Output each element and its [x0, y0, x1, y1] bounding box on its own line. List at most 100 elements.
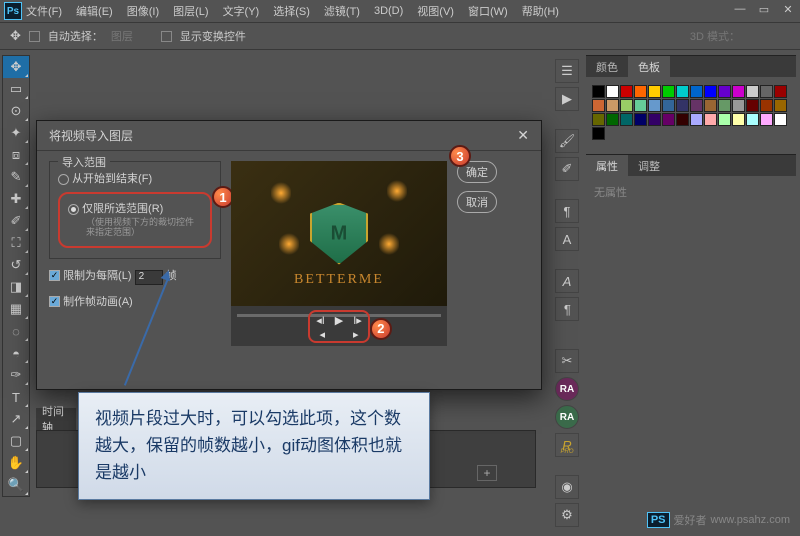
swatch[interactable] — [704, 99, 717, 112]
swatch[interactable] — [592, 127, 605, 140]
show-controls-checkbox[interactable] — [161, 31, 172, 42]
swatch[interactable] — [760, 99, 773, 112]
swatch[interactable] — [732, 113, 745, 126]
strip-style-icon[interactable]: ¶ — [555, 297, 579, 321]
tab-color[interactable]: 颜色 — [586, 56, 628, 78]
menu-window[interactable]: 窗口(W) — [468, 3, 508, 19]
radio-begin-to-end[interactable] — [58, 174, 69, 185]
brush-tool[interactable]: ✐ — [3, 210, 29, 232]
swatch[interactable] — [592, 99, 605, 112]
swatch[interactable] — [634, 113, 647, 126]
swatch[interactable] — [774, 113, 787, 126]
swatch[interactable] — [690, 85, 703, 98]
swatch[interactable] — [746, 99, 759, 112]
swatch[interactable] — [606, 85, 619, 98]
swatch[interactable] — [732, 85, 745, 98]
swatch[interactable] — [704, 85, 717, 98]
marquee-tool[interactable]: ▭ — [3, 78, 29, 100]
swatch[interactable] — [648, 113, 661, 126]
menu-image[interactable]: 图像(I) — [127, 3, 159, 19]
tab-timeline[interactable]: 时间轴 — [36, 408, 76, 430]
history-brush-tool[interactable]: ↺ — [3, 254, 29, 276]
path-tool[interactable]: ↗ — [3, 408, 29, 430]
swatch[interactable] — [774, 85, 787, 98]
timeline-add-icon[interactable]: + — [477, 465, 497, 481]
trim-in-icon[interactable]: ◂ — [319, 328, 325, 341]
swatches-grid[interactable] — [586, 77, 796, 148]
swatch[interactable] — [774, 99, 787, 112]
swatch[interactable] — [676, 113, 689, 126]
zoom-tool[interactable]: 🔍 — [3, 474, 29, 496]
prev-frame-icon[interactable]: ◂I — [316, 314, 325, 327]
menu-help[interactable]: 帮助(H) — [522, 3, 559, 19]
pen-tool[interactable]: ✑ — [3, 364, 29, 386]
menu-text[interactable]: 文字(Y) — [223, 3, 260, 19]
swatch[interactable] — [718, 99, 731, 112]
menu-edit[interactable]: 编辑(E) — [76, 3, 113, 19]
strip-rpro-icon[interactable]: RPRO — [555, 433, 579, 457]
swatch[interactable] — [606, 99, 619, 112]
strip-brush2-icon[interactable]: ✐ — [555, 157, 579, 181]
menu-file[interactable]: 文件(F) — [26, 3, 62, 19]
minimize-icon[interactable]: — — [732, 2, 748, 16]
shape-tool[interactable]: ▢ — [3, 430, 29, 452]
heal-tool[interactable]: ✚ — [3, 188, 29, 210]
menu-3d[interactable]: 3D(D) — [374, 5, 403, 17]
swatch[interactable] — [662, 113, 675, 126]
move-tool[interactable]: ✥ — [3, 56, 29, 78]
swatch[interactable] — [746, 113, 759, 126]
strip-ra2-icon[interactable]: RA — [555, 405, 579, 429]
strip-ra1-icon[interactable]: RA — [555, 377, 579, 401]
swatch[interactable] — [760, 113, 773, 126]
swatch[interactable] — [746, 85, 759, 98]
blur-tool[interactable]: ◌ — [3, 320, 29, 342]
menu-layer[interactable]: 图层(L) — [173, 3, 208, 19]
swatch[interactable] — [606, 113, 619, 126]
menu-select[interactable]: 选择(S) — [273, 3, 310, 19]
swatch[interactable] — [718, 85, 731, 98]
eraser-tool[interactable]: ◨ — [3, 276, 29, 298]
close-icon[interactable]: ✕ — [780, 2, 796, 16]
swatch[interactable] — [732, 99, 745, 112]
maximize-icon[interactable]: ▭ — [756, 2, 772, 16]
swatch[interactable] — [662, 99, 675, 112]
menu-view[interactable]: 视图(V) — [417, 3, 454, 19]
crop-tool[interactable]: ⧈ — [3, 144, 29, 166]
swatch[interactable] — [620, 85, 633, 98]
play-icon[interactable]: ▶ — [335, 314, 343, 327]
swatch[interactable] — [690, 99, 703, 112]
swatch[interactable] — [676, 85, 689, 98]
swatch[interactable] — [704, 113, 717, 126]
dodge-tool[interactable]: ◓ — [3, 342, 29, 364]
swatch[interactable] — [676, 99, 689, 112]
swatch[interactable] — [760, 85, 773, 98]
swatch[interactable] — [592, 85, 605, 98]
type-tool[interactable]: T — [3, 386, 29, 408]
make-anim-checkbox[interactable]: ✓ — [49, 296, 60, 307]
tab-properties[interactable]: 属性 — [586, 155, 628, 177]
menu-filter[interactable]: 滤镜(T) — [324, 3, 360, 19]
tab-adjustments[interactable]: 调整 — [628, 155, 670, 177]
gradient-tool[interactable]: ▦ — [3, 298, 29, 320]
strip-font-icon[interactable]: A — [555, 269, 579, 293]
strip-scissors-icon[interactable]: ✂ — [555, 349, 579, 373]
stamp-tool[interactable]: ⛶ — [3, 232, 29, 254]
autoselect-target[interactable]: 图层 — [111, 28, 133, 44]
swatch[interactable] — [648, 99, 661, 112]
swatch[interactable] — [718, 113, 731, 126]
cancel-button[interactable]: 取消 — [457, 191, 497, 213]
swatch[interactable] — [634, 99, 647, 112]
swatch[interactable] — [634, 85, 647, 98]
swatch[interactable] — [620, 99, 633, 112]
dialog-close-icon[interactable]: ✕ — [517, 127, 529, 144]
hand-tool[interactable]: ✋ — [3, 452, 29, 474]
strip-brush-icon[interactable]: 🖌 — [555, 129, 579, 153]
autoselect-checkbox[interactable] — [29, 31, 40, 42]
strip-gear-icon[interactable]: ⚙ — [555, 503, 579, 527]
wand-tool[interactable]: ✦ — [3, 122, 29, 144]
next-frame-icon[interactable]: I▸ — [353, 314, 362, 327]
swatch[interactable] — [690, 113, 703, 126]
strip-character-icon[interactable]: A — [555, 227, 579, 251]
radio-selected-range[interactable] — [68, 204, 79, 215]
strip-history-icon[interactable]: ☰ — [555, 59, 579, 83]
